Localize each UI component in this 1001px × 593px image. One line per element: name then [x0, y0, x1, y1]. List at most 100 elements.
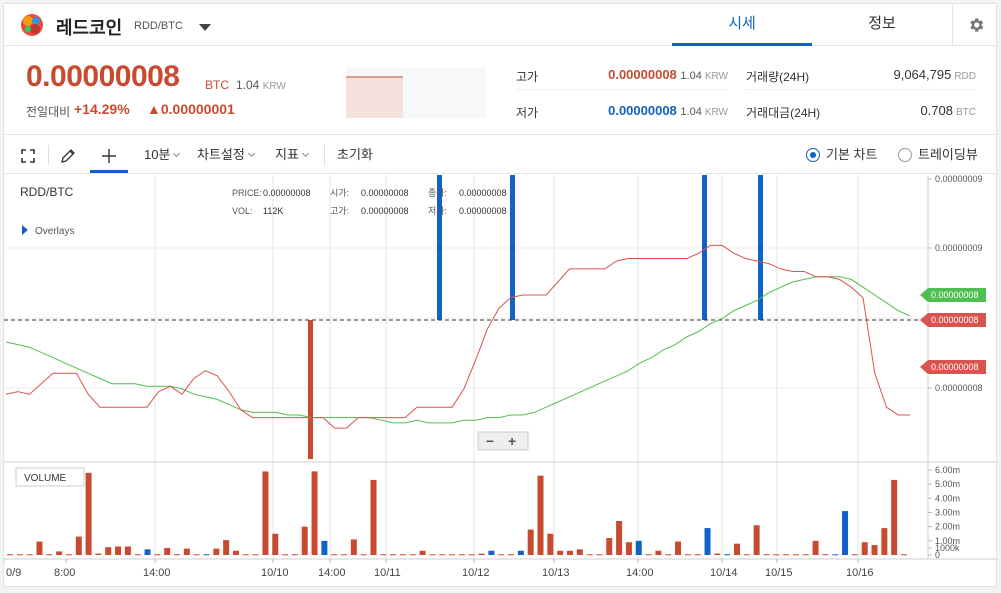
volume-bar [115, 546, 122, 555]
volume-bar [537, 475, 544, 555]
volume-bar [792, 554, 799, 556]
chart-toolbar: 10분 차트설정 지표 초기화 기본 차트 트레이딩뷰 [4, 136, 998, 174]
volume-bar [134, 554, 141, 556]
basic-chart-radio[interactable] [806, 148, 820, 162]
volume-bar [606, 538, 613, 555]
price-krw: 1.04 KRW [236, 78, 286, 92]
zoom-in-button[interactable]: + [508, 433, 516, 449]
volume-bar [665, 554, 672, 556]
volume-bar [822, 554, 829, 556]
price-axis-tick: 0.00000009 [935, 243, 983, 253]
draw-button[interactable] [60, 136, 76, 173]
basic-chart-label[interactable]: 기본 차트 [826, 136, 877, 173]
volume-bar [449, 554, 456, 556]
stat-amount-label: 거래대금(24H) [746, 106, 821, 120]
crosshair-button[interactable] [90, 136, 128, 173]
indicators-select[interactable]: 지표 [275, 136, 309, 173]
volume-bar [763, 554, 770, 556]
tradingview-radio[interactable] [898, 148, 912, 162]
volume-bar [409, 554, 416, 556]
time-axis-label: 10/11 [374, 567, 401, 579]
volume-bar [557, 550, 564, 555]
time-axis-label: 10/14 [710, 567, 738, 579]
volume-axis-tick: 3.00m [935, 508, 960, 518]
price-summary: 0.00000008 BTC 1.04 KRW 전일대비 +14.29% ▲0.… [4, 47, 998, 135]
chart-canvas[interactable]: RDD/BTCOverlaysPRICE: 0.00000008VOL: 112K시… [3, 174, 998, 588]
interval-select[interactable]: 10분 [144, 136, 181, 173]
tradingview-label[interactable]: 트레이딩뷰 [918, 136, 978, 173]
reset-button[interactable]: 초기화 [337, 136, 373, 173]
volume-bar [458, 554, 465, 556]
fullscreen-button[interactable] [20, 136, 36, 173]
time-axis-label: 10/16 [846, 567, 874, 579]
legend-vol-label: VOL: [232, 206, 253, 216]
ma-line [5, 276, 911, 424]
legend-open-label: 시가: [330, 188, 349, 198]
volume-bar [901, 554, 907, 556]
volume-bar [625, 542, 632, 555]
legend-close-label: 종가: [428, 188, 447, 198]
volume-bar [321, 540, 328, 555]
volume-bar [842, 511, 849, 555]
crosshair-icon [102, 148, 116, 163]
volume-bar [252, 554, 259, 556]
price-chart[interactable]: RDD/BTC Overlays PRICE: 0.00000008 VOL: 112K 시… [3, 174, 998, 588]
header-bar: 레드코인 RDD/BTC 시세 정보 [4, 4, 998, 46]
volume-bar [851, 554, 858, 556]
volume-bar [733, 543, 740, 555]
stat-low-label: 저가 [516, 106, 539, 120]
volume-bar [783, 554, 790, 556]
chart-settings-select[interactable]: 차트설정 [197, 136, 255, 173]
time-axis-label: 14:00 [143, 567, 171, 579]
volume-bar [331, 554, 338, 556]
settings-button[interactable] [952, 4, 998, 46]
legend-open-value: 0.00000008 [361, 188, 409, 198]
toolbar-divider [324, 145, 325, 165]
chart-title: RDD/BTC [20, 185, 74, 199]
overlays-label: Overlays [35, 226, 74, 237]
volume-bar [714, 553, 721, 555]
volume-bar [144, 549, 151, 555]
volume-bar [272, 533, 279, 555]
app-frame: 레드코인 RDD/BTC 시세 정보 0.00000008 BTC 1.04 K… [3, 3, 998, 588]
time-axis-label: 10/12 [462, 567, 490, 579]
time-axis-label: 14:00 [318, 567, 346, 579]
fullscreen-icon [21, 148, 35, 163]
volume-bar [193, 554, 200, 556]
chevron-down-icon [247, 149, 255, 158]
legend-high-label: 고가: [330, 206, 349, 216]
volume-bar [95, 553, 102, 555]
zoom-out-button[interactable]: − [486, 433, 494, 449]
volume-bar [488, 550, 495, 555]
volume-bar [891, 479, 898, 555]
coin-name: 레드코인 [56, 18, 123, 38]
current-price: 0.00000008 [26, 60, 180, 93]
volume-bar [36, 541, 43, 555]
low-krw-unit: KRW [704, 107, 728, 118]
mini-chart [346, 68, 486, 118]
tab-price[interactable]: 시세 [672, 4, 812, 46]
stat-volume: 거래량(24H) 9,064,795 RDD [746, 60, 976, 90]
time-axis-label: 0/9 [6, 567, 21, 579]
coin-select-caret-icon[interactable] [199, 24, 211, 31]
stat-amount-value: 0.708 BTC [920, 103, 976, 118]
volume-bar [282, 554, 289, 556]
volume-bar [46, 554, 53, 556]
volume-label: VOLUME [24, 473, 67, 484]
stat-high-value: 0.00000008 1.04 KRW [608, 67, 728, 82]
time-axis-label: 10/13 [542, 567, 570, 579]
amount-value: 0.708 [920, 103, 953, 118]
volume-bar [232, 550, 239, 555]
volume-bar [341, 554, 348, 556]
volume-bar [753, 525, 760, 555]
volume-bar [724, 554, 731, 556]
tab-info[interactable]: 정보 [812, 4, 952, 46]
indicators-label: 지표 [275, 147, 299, 162]
volume-unit: RDD [954, 71, 976, 82]
price-tag-label: 0.00000008 [931, 315, 979, 325]
volume-bar [124, 546, 131, 555]
volume-bar [291, 554, 298, 556]
toolbar-divider [48, 145, 49, 165]
legend-low-label: 저가: [428, 206, 447, 216]
volume-bar [311, 471, 318, 555]
